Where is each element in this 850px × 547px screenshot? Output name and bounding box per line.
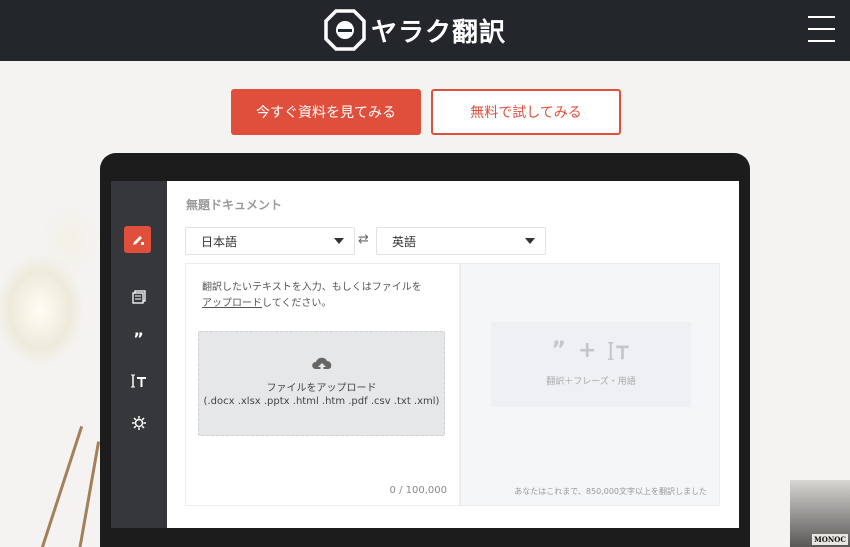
view-materials-button[interactable]: 今すぐ資料を見てみる <box>231 89 421 135</box>
upload-title: ファイルをアップロード <box>266 383 377 394</box>
hamburger-icon[interactable] <box>808 16 835 42</box>
target-icons: ” + <box>491 338 691 363</box>
character-counter: 0 / 100,000 <box>389 485 447 496</box>
chevron-down-icon <box>525 238 535 244</box>
target-caption: 翻訳＋フレーズ・用語 <box>546 377 636 387</box>
plus-icon: + <box>578 338 597 363</box>
source-language-select[interactable]: 日本語 <box>185 227 355 255</box>
cloud-upload-icon <box>312 357 332 373</box>
swap-arrows-icon[interactable]: ⇄ <box>358 232 369 247</box>
book-label: MONOC <box>812 534 848 545</box>
target-text-panel: ” + 翻訳＋フレーズ・用語 あなたはこれまで、850,000文字以上を翻訳しま… <box>460 263 720 506</box>
top-navigation-bar: ヤラク翻訳 <box>0 0 850 61</box>
target-placeholder: ” + 翻訳＋フレーズ・用語 <box>491 322 691 407</box>
chevron-down-icon <box>334 238 344 244</box>
hint-text-2: してください。 <box>262 298 332 309</box>
file-upload-dropzone[interactable]: ファイルをアップロード (.docx .xlsx .pptx .html .ht… <box>198 331 445 436</box>
document-title[interactable]: 無題ドキュメント <box>186 196 282 213</box>
hint-text-1: 翻訳したいテキストを入力、もしくはファイルを <box>202 282 422 293</box>
text-term-icon <box>608 341 630 360</box>
upload-link[interactable]: アップロード <box>202 298 262 309</box>
orchid-decoration <box>0 200 110 547</box>
documents-icon[interactable] <box>126 284 151 309</box>
quote-icon: ” <box>551 338 567 363</box>
quote-icon[interactable]: ” <box>126 326 151 351</box>
target-language-value: 英語 <box>392 234 417 249</box>
source-text-panel[interactable]: 翻訳したいテキストを入力、もしくはファイルを アップロードしてください。 ファイ… <box>185 263 460 506</box>
logo[interactable]: ヤラク翻訳 <box>324 9 506 51</box>
text-term-icon[interactable] <box>126 368 151 393</box>
logo-text: ヤラク翻訳 <box>371 17 507 48</box>
target-language-select[interactable]: 英語 <box>376 227 546 255</box>
translated-chars-note: あなたはこれまで、850,000文字以上を翻訳しました <box>514 487 707 496</box>
supported-extensions: (.docx .xlsx .pptx .html .htm .pdf .csv … <box>203 396 440 407</box>
free-trial-button[interactable]: 無料で試してみる <box>431 89 621 135</box>
source-language-value: 日本語 <box>201 234 238 249</box>
edit-icon[interactable] <box>124 226 151 253</box>
app-screen: ” 無題ドキュメント 日本語 ⇄ 英語 翻訳したいテキストを入力、もしくはファイ… <box>111 181 739 528</box>
octagon-logo-icon <box>324 9 366 51</box>
source-hint: 翻訳したいテキストを入力、もしくはファイルを アップロードしてください。 <box>202 280 452 312</box>
app-sidebar: ” <box>111 181 167 528</box>
settings-gear-icon[interactable] <box>126 410 151 435</box>
